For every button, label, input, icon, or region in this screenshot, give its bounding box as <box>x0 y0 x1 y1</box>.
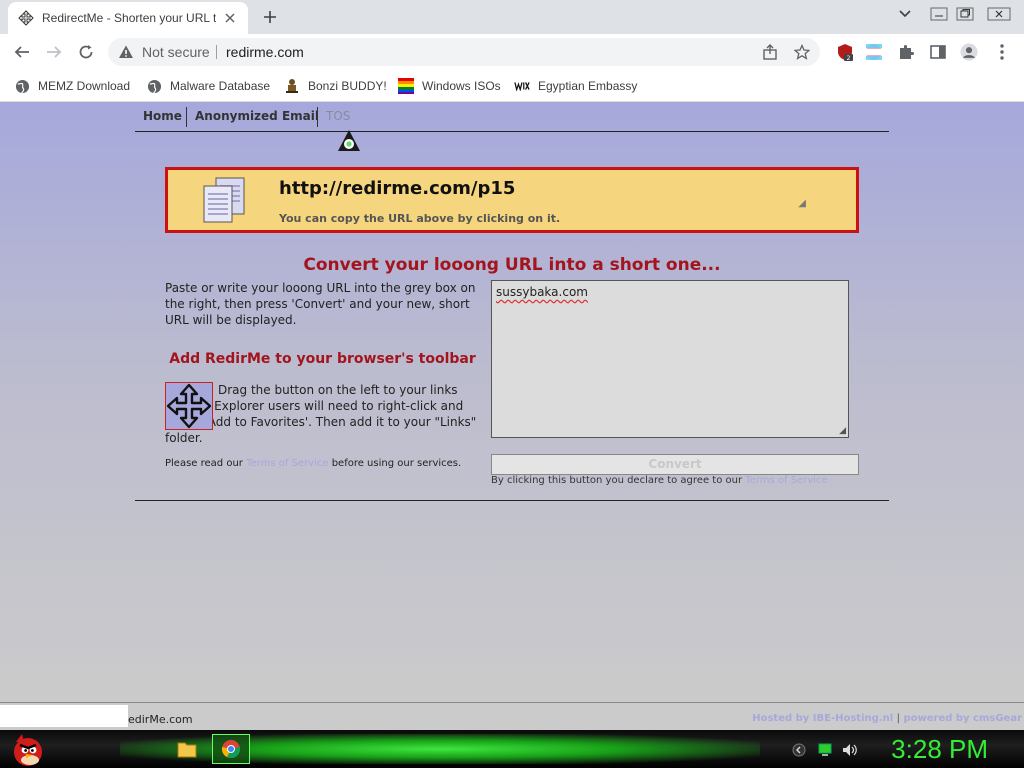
toolbar-heading: Add RedirMe to your browser's toolbar <box>169 351 476 367</box>
busy-cursor-icon <box>335 127 363 155</box>
new-tab-button[interactable] <box>258 6 282 28</box>
omnibox-divider <box>216 45 217 59</box>
extension-badge-count: 2 <box>847 55 851 61</box>
bookmarklet-drag-button[interactable] <box>165 382 213 430</box>
nav-anonymized-email-link[interactable]: Anonymized Email <box>195 109 319 123</box>
read-tos-suffix: before using our services. <box>331 458 462 469</box>
nav-home-link[interactable]: Home <box>143 109 182 123</box>
start-button-angry-bird-icon[interactable] <box>8 730 48 768</box>
read-tos-notice: Please read our Terms of Service before … <box>165 458 461 469</box>
hosted-by-link[interactable]: Hosted by IBE-Hosting.nl <box>752 713 893 724</box>
minimize-button[interactable] <box>928 4 950 24</box>
move-arrows-icon <box>166 383 212 429</box>
tray-chevron-icon[interactable] <box>792 742 806 757</box>
nav-divider <box>186 107 187 127</box>
file-explorer-icon[interactable] <box>174 736 200 762</box>
bookmark-windows-isos[interactable]: Windows ISOs <box>398 76 501 96</box>
textarea-resize-icon[interactable]: ◢ <box>839 426 846 436</box>
copy-hint-text: You can copy the URL above by clicking o… <box>279 212 561 225</box>
chrome-taskbar-icon[interactable] <box>212 734 250 764</box>
kebab-menu-icon[interactable] <box>993 43 1011 61</box>
nav-divider <box>317 107 318 127</box>
taskbar-clock[interactable]: 3:28 PM <box>891 734 988 765</box>
long-url-textarea[interactable]: sussybaka.com ◢ <box>491 280 849 438</box>
convert-button[interactable]: Convert <box>491 454 859 475</box>
reload-button[interactable] <box>74 40 98 64</box>
pride-flag-extension-icon[interactable] <box>865 43 883 61</box>
tab-title: RedirectMe - Shorten your URL t <box>42 11 216 25</box>
url-text[interactable]: redirme.com <box>226 44 304 60</box>
agree-notice: By clicking this button you declare to a… <box>491 475 828 486</box>
warning-triangle-icon[interactable] <box>118 44 134 60</box>
shield-extension-icon[interactable]: 2 <box>836 43 854 61</box>
windows-flag-icon <box>398 78 414 94</box>
page-viewport: Home Anonymized Email TOS http://redirme… <box>0 102 1024 702</box>
bonzi-icon <box>284 78 300 94</box>
volume-speaker-icon[interactable] <box>842 742 857 756</box>
agree-tos-link[interactable]: Terms of Service <box>745 475 827 486</box>
move-arrows-favicon-icon <box>18 10 34 26</box>
tab-search-icon[interactable] <box>896 4 914 24</box>
restore-button[interactable] <box>954 4 976 24</box>
close-tab-icon[interactable] <box>222 10 238 26</box>
wix-icon <box>514 78 530 94</box>
bookmark-malware-database[interactable]: Malware Database <box>146 76 270 96</box>
site-navigation: Home Anonymized Email TOS <box>135 102 889 132</box>
long-url-input-value[interactable]: sussybaka.com <box>496 285 588 299</box>
bookmarks-bar: MEMZ Download Malware Database Bonzi BUD… <box>0 70 1024 102</box>
extensions-puzzle-icon[interactable] <box>897 43 915 61</box>
share-icon[interactable] <box>762 44 778 60</box>
close-window-button[interactable] <box>986 4 1012 24</box>
bookmark-memz-download[interactable]: MEMZ Download <box>14 76 130 96</box>
read-tos-prefix: Please read our <box>165 458 243 469</box>
security-status-label[interactable]: Not secure <box>142 44 210 60</box>
tab-strip: RedirectMe - Shorten your URL t <box>0 0 1024 34</box>
page-headline: Convert your looong URL into a short one… <box>303 255 721 275</box>
bookmark-egyptian-embassy[interactable]: Egyptian Embassy <box>514 76 637 96</box>
taskbar: 3:28 PM <box>0 730 1024 768</box>
bookmark-label: Egyptian Embassy <box>538 79 638 93</box>
resize-grip-icon[interactable]: ◢ <box>798 198 806 209</box>
page-footer: edirMe.com Hosted by IBE-Hosting.nl | po… <box>0 702 1024 730</box>
nav-tos-link[interactable]: TOS <box>326 109 350 123</box>
bookmark-label: Bonzi BUDDY! <box>308 79 387 93</box>
footer-credits: Hosted by IBE-Hosting.nl | powered by cm… <box>752 713 1022 724</box>
short-url-banner[interactable]: http://redirme.com/p15 You can copy the … <box>165 167 859 233</box>
forward-button[interactable] <box>42 40 66 64</box>
profile-avatar-icon[interactable] <box>960 43 978 61</box>
short-url-text[interactable]: http://redirme.com/p15 <box>279 178 515 199</box>
footer-copyright: edirMe.com <box>128 713 193 726</box>
bookmark-bonzi-buddy[interactable]: Bonzi BUDDY! <box>284 76 387 96</box>
status-bubble <box>0 705 128 727</box>
bookmark-label: MEMZ Download <box>38 79 131 93</box>
bookmark-label: Windows ISOs <box>422 79 501 93</box>
intro-paragraph: Paste or write your looong URL into the … <box>165 281 476 327</box>
address-bar[interactable]: Not secure redirme.com <box>108 38 820 66</box>
agree-prefix: By clicking this button you declare to a… <box>491 475 743 486</box>
content-divider <box>135 500 889 501</box>
back-button[interactable] <box>10 40 34 64</box>
footer-separator: | <box>896 713 900 724</box>
tos-link[interactable]: Terms of Service <box>246 458 328 469</box>
globe-icon <box>146 78 162 94</box>
copy-documents-icon <box>200 176 250 226</box>
powered-by-link[interactable]: powered by cmsGear <box>903 713 1022 724</box>
bookmark-star-icon[interactable] <box>793 43 811 60</box>
network-monitor-icon[interactable] <box>818 742 832 756</box>
browser-tab[interactable]: RedirectMe - Shorten your URL t <box>8 2 248 34</box>
side-panel-icon[interactable] <box>929 43 947 61</box>
bookmark-label: Malware Database <box>170 79 271 93</box>
globe-icon <box>14 78 30 94</box>
